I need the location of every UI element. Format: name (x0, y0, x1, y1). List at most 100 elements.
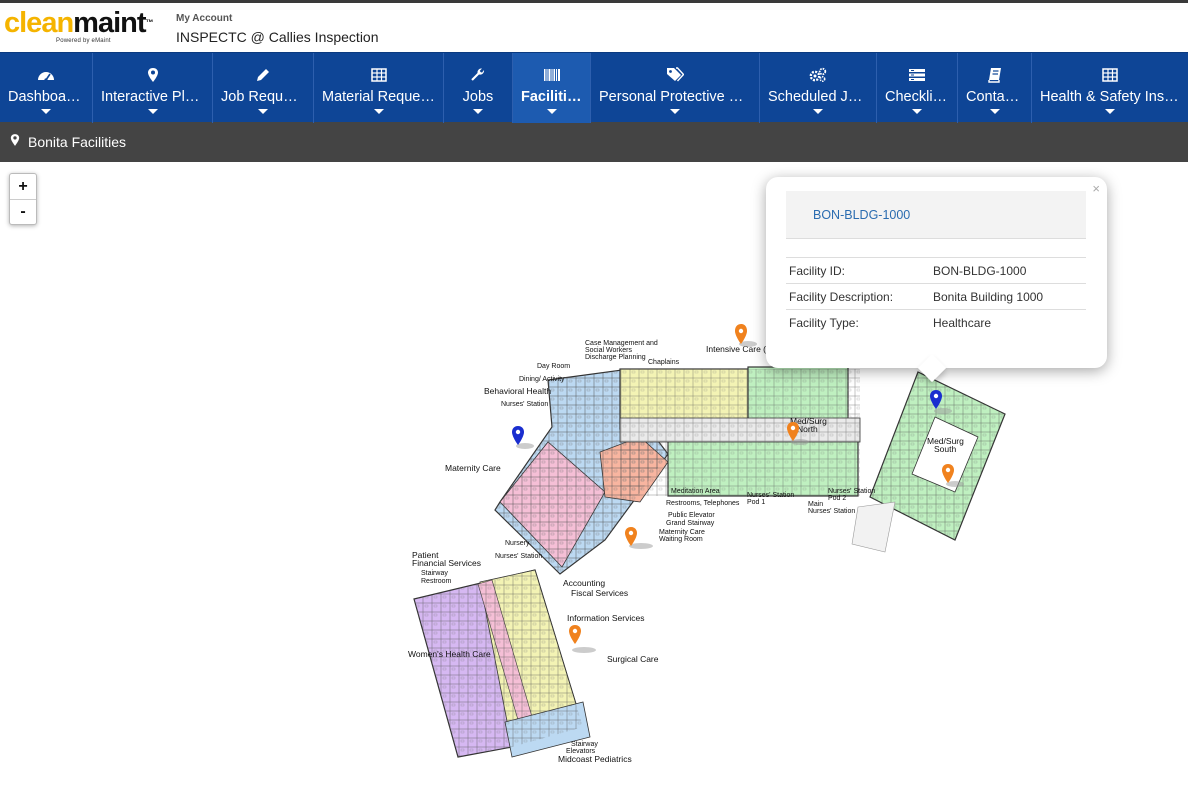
chevron-down-icon (473, 109, 483, 114)
detail-value: BON-BLDG-1000 (930, 257, 1086, 284)
nav-label: Personal Protective Eq... (599, 89, 759, 105)
zoom-control: + - (9, 173, 37, 225)
pencil-icon (255, 67, 271, 83)
plan-label-main-ns: Nurses' Station (808, 508, 855, 515)
nav-label: Facilities (521, 89, 584, 105)
main-nav: Dashboards Interactive Plans Job Request… (0, 52, 1188, 123)
nav-label: Scheduled Jobs (768, 89, 872, 105)
close-icon[interactable]: × (1092, 181, 1100, 196)
plan-label-nursery: Nursery (505, 540, 530, 547)
table-row: Facility ID: BON-BLDG-1000 (786, 257, 1086, 284)
nav-label: Checklists (885, 89, 952, 105)
facility-popup: × BON-BLDG-1000 Facility ID: BON-BLDG-10… (766, 177, 1107, 383)
zoom-out-button[interactable]: - (10, 199, 36, 224)
nav-job-requests[interactable]: Job Requests (213, 53, 314, 123)
plan-label-restroom: Restroom (421, 578, 452, 585)
nav-label: Health & Safety Inspe... (1040, 89, 1188, 105)
nav-interactive-plans[interactable]: Interactive Plans (93, 53, 213, 123)
plan-label-midcoast: Midcoast Pediatrics (558, 754, 632, 764)
detail-key: Facility Type: (786, 309, 930, 336)
nav-material-requests[interactable]: Material Requests (314, 53, 444, 123)
detail-key: Facility ID: (786, 257, 930, 284)
map-pin-icon (10, 133, 20, 152)
chevron-down-icon (912, 109, 922, 114)
plan-label-day-room: Day Room (537, 363, 570, 370)
nav-health-safety-inspections[interactable]: Health & Safety Inspe... (1032, 53, 1188, 123)
plan-label-south: South (934, 444, 956, 454)
chevron-down-icon (147, 109, 158, 114)
plan-label-dining: Dining/ Activity (519, 376, 565, 383)
plan-label-nurses-station: Nurses' Station (501, 401, 548, 408)
chevron-down-icon (989, 109, 1000, 114)
cleanmaint-logo[interactable]: cleanmaint™ Powered by eMaint (4, 8, 164, 50)
list-icon (908, 67, 926, 83)
nav-label: Interactive Plans (101, 89, 209, 105)
plan-label-pod2: Nurses' Station (828, 488, 875, 495)
plan-label-waiting-room: Waiting Room (659, 536, 703, 543)
wrench-icon (470, 67, 486, 83)
detail-value: Healthcare (930, 309, 1086, 336)
plan-label-behavioral-health: Behavioral Health (484, 386, 551, 396)
nav-checklists[interactable]: Checklists (877, 53, 958, 123)
chevron-down-icon (258, 109, 268, 114)
grid-icon (370, 67, 387, 83)
plan-label-social-workers: Social Workers (585, 347, 632, 354)
map-pin-icon (147, 67, 159, 83)
popup-facility-link[interactable]: BON-BLDG-1000 (813, 208, 910, 222)
marker-orange-info-services[interactable] (569, 625, 596, 653)
nav-label: Job Requests (221, 89, 310, 105)
plan-label-pod2-num: Pod 2 (828, 495, 846, 502)
tags-icon (666, 67, 684, 83)
plan-label-nurses-station-2: Nurses' Station (495, 553, 542, 560)
plan-label-chaplains: Chaplains (648, 359, 680, 366)
marker-orange-maternity-wait[interactable] (625, 527, 653, 549)
nav-personal-protective-equipment[interactable]: Personal Protective Eq... (591, 53, 760, 123)
plan-label-discharge: Discharge Planning (585, 354, 646, 361)
plan-label-case-mgmt: Case Management and (585, 340, 658, 347)
table-row: Facility Type: Healthcare (786, 309, 1086, 336)
logo-subtitle: Powered by eMaint (56, 38, 111, 44)
chevron-down-icon (546, 109, 557, 114)
plan-label-grand-stairway: Grand Stairway (666, 520, 715, 527)
nav-label: Jobs (462, 89, 494, 105)
plan-label-surgical-care: Surgical Care (607, 654, 659, 664)
chevron-down-icon (813, 109, 823, 114)
my-account-link[interactable]: My Account (176, 13, 232, 24)
chevron-down-icon (1105, 109, 1115, 114)
marker-blue-behavioral[interactable] (512, 426, 534, 449)
nav-jobs[interactable]: Jobs (444, 53, 513, 123)
popup-details-table: Facility ID: BON-BLDG-1000 Facility Desc… (786, 257, 1086, 336)
plan-label-north: North (797, 424, 818, 434)
wing-medsurg-south[interactable] (851, 371, 1006, 553)
nav-dashboards[interactable]: Dashboards (0, 53, 93, 123)
wing-womens-health[interactable] (413, 569, 591, 758)
zoom-in-button[interactable]: + (10, 174, 36, 199)
plan-label-financial-services: Financial Services (412, 558, 481, 568)
plan-label-womens-health: Women's Health Care (408, 649, 491, 659)
plan-label-stairway-2: Stairway (571, 741, 598, 748)
wing-central[interactable] (619, 366, 861, 497)
chevron-down-icon (41, 109, 51, 114)
plan-label-maternity-wait: Maternity Care (659, 529, 705, 536)
plan-label-maternity-care: Maternity Care (445, 463, 501, 473)
plan-label-accounting: Accounting (563, 578, 605, 588)
barcode-icon (543, 67, 561, 83)
dashboard-icon (37, 67, 55, 83)
grid-icon (1102, 67, 1118, 83)
plan-label-pod1-num: Pod 1 (747, 499, 765, 506)
nav-label: Dashboards (8, 89, 87, 105)
nav-scheduled-jobs[interactable]: Scheduled Jobs (760, 53, 877, 123)
book-icon (987, 67, 1003, 83)
plan-label-public-elevator: Public Elevator (668, 512, 715, 519)
logo-word-maint: maint (73, 7, 146, 39)
plan-label-restrooms: Restrooms, Telephones (666, 500, 740, 507)
facility-map[interactable]: Case Management and Social Workers Disch… (0, 162, 1188, 803)
plan-label-main: Main (808, 501, 823, 508)
nav-contacts[interactable]: Contacts (958, 53, 1032, 123)
popup-header: BON-BLDG-1000 (786, 191, 1086, 239)
nav-facilities[interactable]: Facilities (513, 53, 591, 123)
page-title: Bonita Facilities (28, 134, 127, 150)
chevron-down-icon (670, 109, 680, 114)
nav-label: Material Requests (322, 89, 439, 105)
account-name: INSPECTC @ Callies Inspection (176, 29, 379, 45)
